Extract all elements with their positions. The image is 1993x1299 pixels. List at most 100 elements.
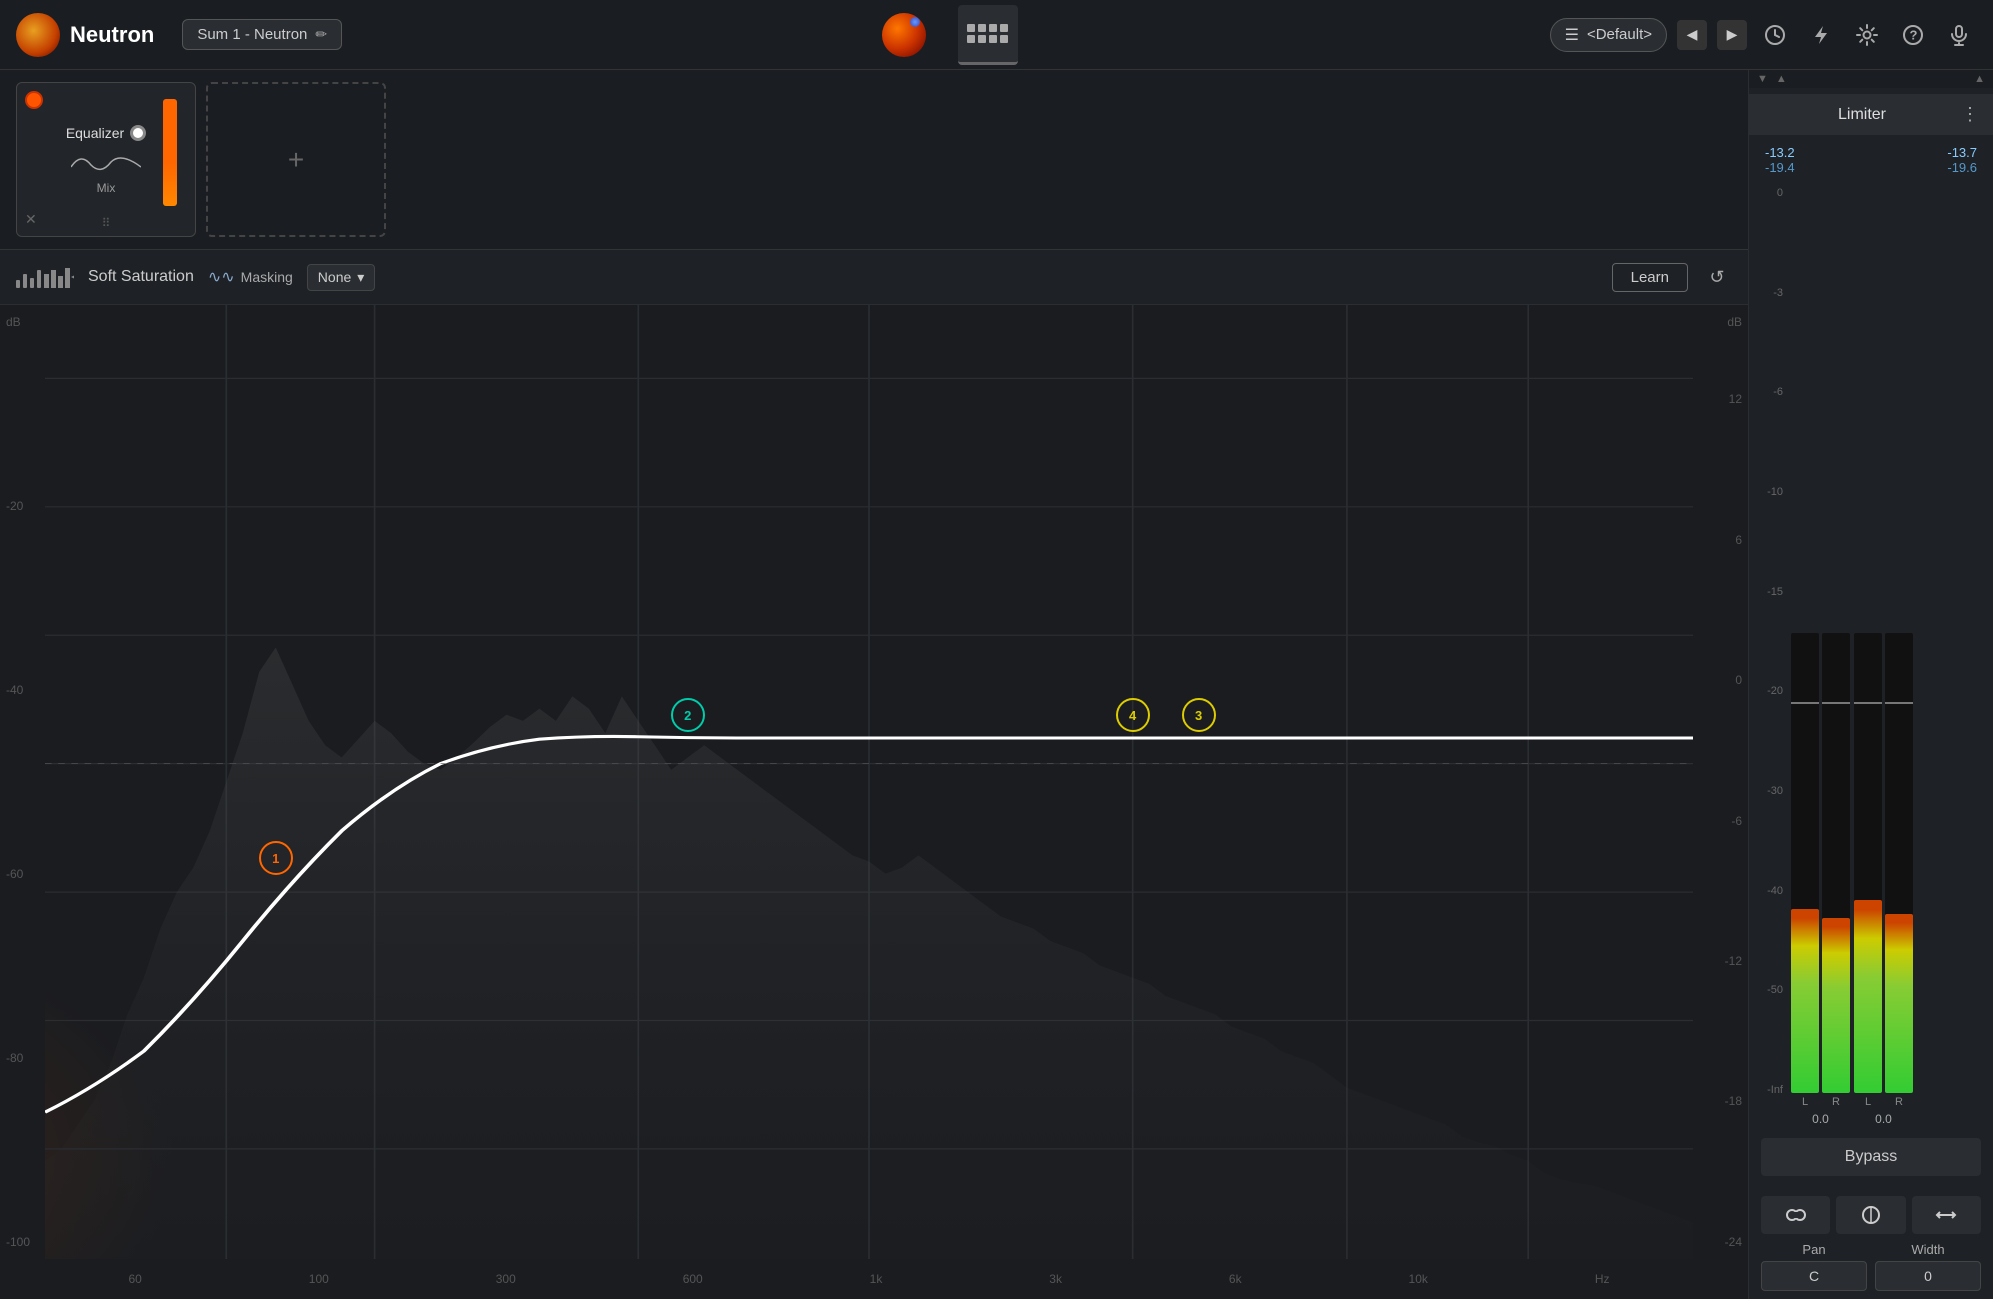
meter-bars-1: L R <box>1791 183 1850 1108</box>
db-label-r: 0 <box>1699 673 1742 687</box>
mix-view-btn[interactable] <box>874 5 934 65</box>
grid-cell <box>967 24 975 32</box>
hz-label: 3k <box>1049 1272 1062 1286</box>
module-title: Equalizer <box>66 125 124 141</box>
reset-button[interactable]: ↺ <box>1702 262 1732 292</box>
module-card-header: Equalizer <box>66 125 146 141</box>
scroll-arrow-right[interactable]: ▲ <box>1974 73 1985 85</box>
eq-node-2[interactable]: 2 <box>671 698 705 732</box>
grid-cell <box>989 35 997 43</box>
meter-label-r1: R <box>1832 1096 1840 1108</box>
pan-label: Pan <box>1802 1242 1825 1257</box>
limiter-menu-button[interactable]: ⋮ <box>1961 104 1979 125</box>
preset-selector[interactable]: Sum 1 - Neutron ✏ <box>182 19 342 50</box>
history-icon <box>1764 24 1786 46</box>
top-center-nav <box>354 5 1538 65</box>
db-label: dB <box>6 315 39 329</box>
eq-canvas[interactable]: 1 2 4 3 <box>45 305 1693 1259</box>
scroll-arrow[interactable]: ▲ <box>1776 73 1787 85</box>
limiter-title: Limiter <box>1763 106 1961 124</box>
masking-button[interactable]: ∿∿ Masking <box>208 267 293 287</box>
eq-node-3[interactable]: 3 <box>1182 698 1216 732</box>
link-button[interactable] <box>1761 1196 1830 1234</box>
module-knob[interactable] <box>130 125 146 141</box>
module-fader[interactable] <box>163 99 177 206</box>
preset-prev-button[interactable]: ◀ <box>1677 20 1707 50</box>
masking-none-label: None <box>318 269 351 285</box>
level-right-rms: -19.6 <box>1947 160 1977 175</box>
db-label-r: -6 <box>1699 814 1742 828</box>
grid-cell <box>1000 35 1008 43</box>
meter-value-1: 0.0 <box>1812 1112 1829 1126</box>
default-label: <Default> <box>1587 26 1652 43</box>
meter-fill-l1 <box>1791 909 1819 1093</box>
db-scale-mark: -20 <box>1757 685 1783 697</box>
eq-node-1[interactable]: 1 <box>259 841 293 875</box>
pan-value[interactable]: C <box>1761 1261 1867 1291</box>
microphone-button[interactable] <box>1941 17 1977 53</box>
bottom-controls: Pan C Width 0 <box>1749 1188 1993 1299</box>
eq-panel: Equalizer Mix ✕ ⠿ + <box>0 70 1748 1299</box>
hz-label: 300 <box>496 1272 516 1286</box>
grid-cell <box>967 35 975 43</box>
grid-cell <box>989 24 997 32</box>
db-scale: 0 -3 -6 -10 -15 -20 -30 -40 -50 -Inf <box>1757 183 1787 1126</box>
equalizer-module-card[interactable]: Equalizer Mix ✕ ⠿ <box>16 82 196 237</box>
grid-cell <box>978 24 986 32</box>
eq-node-label: 2 <box>684 708 691 723</box>
hz-labels: 60 100 300 600 1k 3k 6k 10k Hz <box>45 1259 1693 1299</box>
eq-node-label: 3 <box>1195 708 1202 723</box>
module-power-button[interactable] <box>25 91 43 109</box>
db-label-r: 6 <box>1699 533 1742 547</box>
meter-l1: L <box>1791 633 1819 1108</box>
hz-label: 600 <box>683 1272 703 1286</box>
main-content: Equalizer Mix ✕ ⠿ + <box>0 70 1993 1299</box>
top-scroll-area: ▼ ▲ ▲ <box>1749 70 1993 88</box>
learn-button[interactable]: Learn <box>1612 263 1688 292</box>
level-readings: -13.2 -19.4 -13.7 -19.6 <box>1749 141 1993 183</box>
level-left-rms: -19.4 <box>1765 160 1795 175</box>
eq-node-4[interactable]: 4 <box>1116 698 1150 732</box>
db-scale-mark: -6 <box>1757 386 1783 398</box>
scroll-arrow[interactable]: ▼ <box>1757 73 1768 85</box>
db-label-r: 12 <box>1699 392 1742 406</box>
eq-display[interactable]: dB -20 -40 -60 -80 -100 dB 12 6 0 <box>0 305 1748 1299</box>
module-drag-handle[interactable]: ⠿ <box>102 216 111 230</box>
width-button[interactable] <box>1912 1196 1981 1234</box>
add-module-button[interactable]: + <box>206 82 386 237</box>
grid-cell <box>1000 24 1008 32</box>
eq-node-label: 1 <box>272 851 279 866</box>
hz-label: 1k <box>870 1272 883 1286</box>
lightning-button[interactable] <box>1803 17 1839 53</box>
hz-label: Hz <box>1595 1272 1610 1286</box>
db-scale-mark: -10 <box>1757 486 1783 498</box>
width-value[interactable]: 0 <box>1875 1261 1981 1291</box>
phase-button[interactable] <box>1836 1196 1905 1234</box>
masking-select[interactable]: None ▾ <box>307 264 376 291</box>
bypass-section: Bypass <box>1749 1126 1993 1188</box>
help-button[interactable]: ? <box>1895 17 1931 53</box>
module-strip: Equalizer Mix ✕ ⠿ + <box>0 70 1748 250</box>
help-icon: ? <box>1902 24 1924 46</box>
preset-name: Sum 1 - Neutron <box>197 26 307 43</box>
db-scale-mark: -15 <box>1757 586 1783 598</box>
meter-l2: L <box>1854 633 1882 1108</box>
hz-label: 60 <box>128 1272 141 1286</box>
settings-button[interactable] <box>1849 17 1885 53</box>
settings-icon <box>1856 24 1878 46</box>
band-bar <box>16 280 20 288</box>
threshold-line <box>1854 702 1882 704</box>
module-close-button[interactable]: ✕ <box>25 211 37 228</box>
meter-fill-r2 <box>1885 914 1913 1093</box>
grid-view-btn[interactable] <box>958 5 1018 65</box>
db-scale-mark: -50 <box>1757 984 1783 996</box>
history-button[interactable] <box>1757 17 1793 53</box>
meter-bar-wrap-l2 <box>1854 633 1882 1093</box>
meter-group-2: L R 0.0 <box>1854 183 1913 1126</box>
preset-next-button[interactable]: ▶ <box>1717 20 1747 50</box>
app-title: Neutron <box>70 22 154 48</box>
bands-view-toggle[interactable] <box>16 266 74 288</box>
bypass-button[interactable]: Bypass <box>1761 1138 1981 1176</box>
default-preset-selector[interactable]: ☰ <Default> <box>1550 18 1667 52</box>
lightning-icon <box>1810 24 1832 46</box>
